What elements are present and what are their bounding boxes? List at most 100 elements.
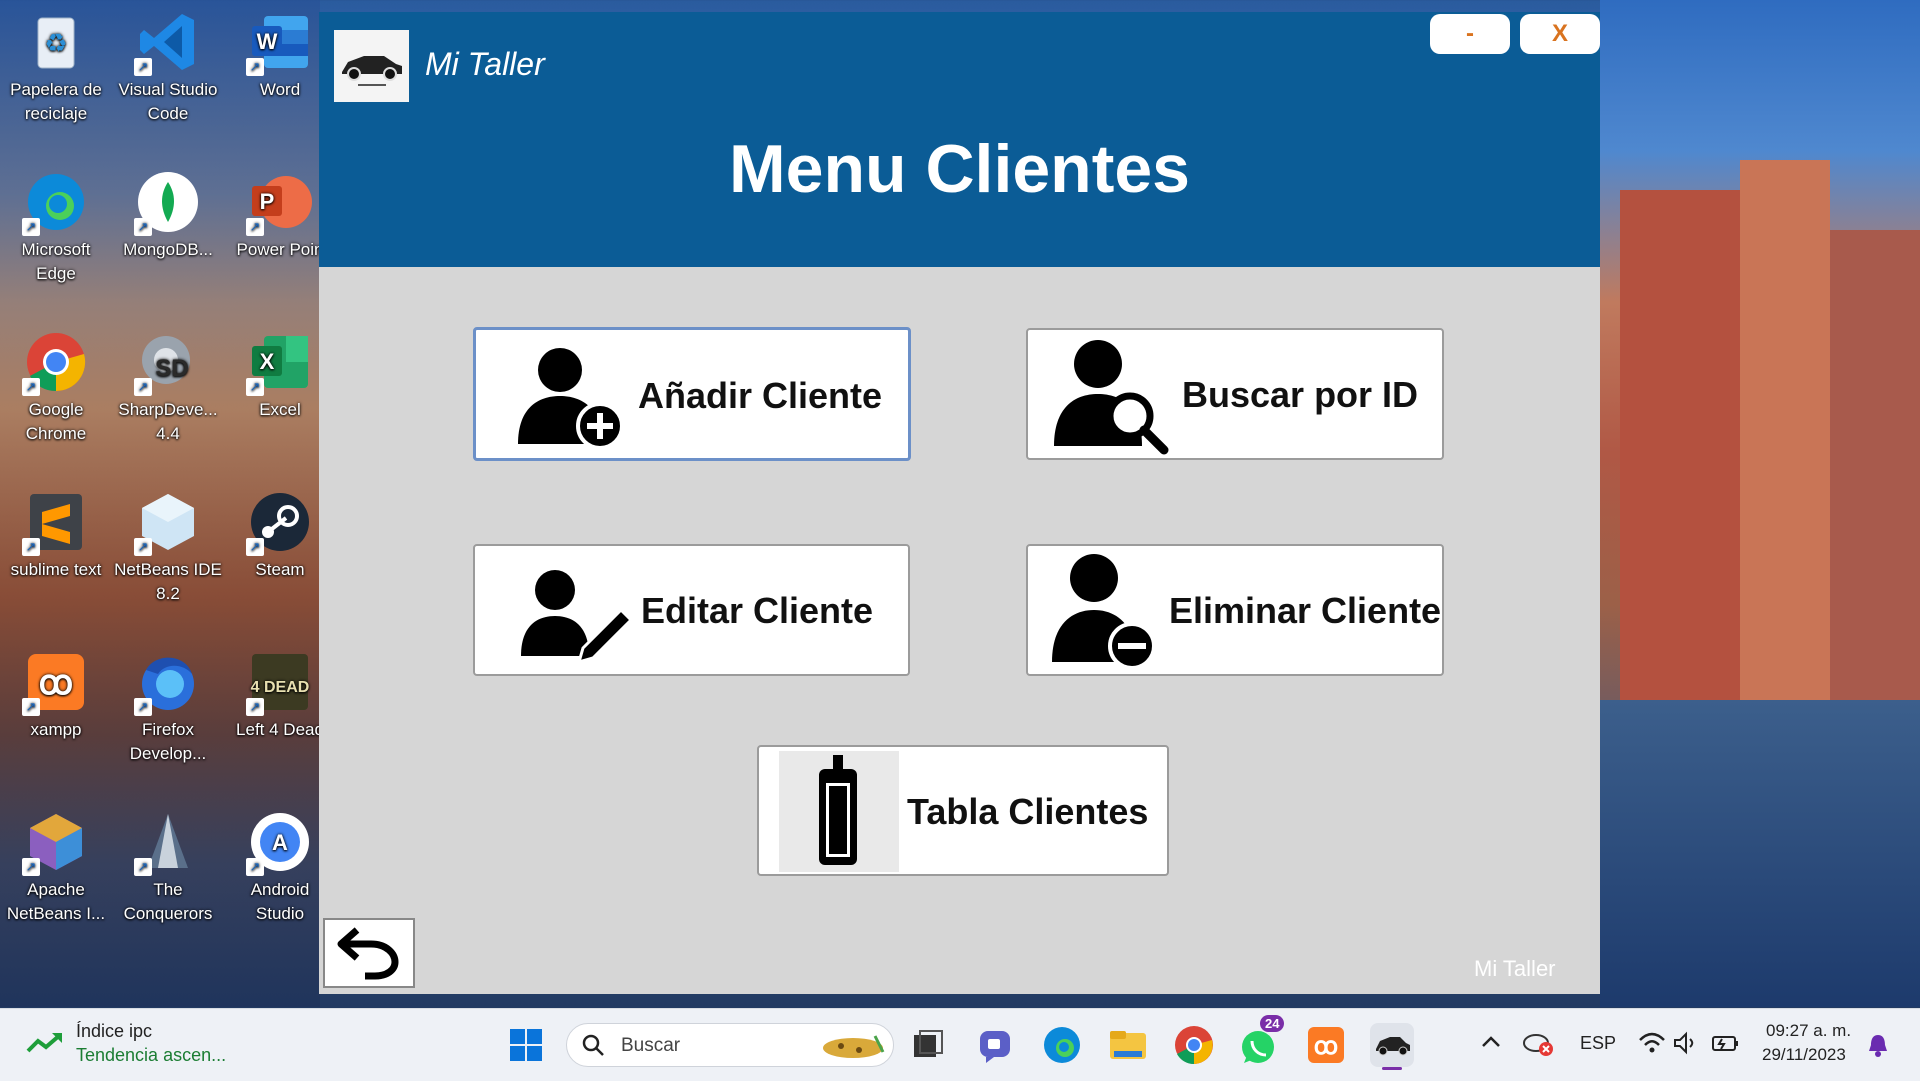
desktop-icon-firefox[interactable]: ↗ Firefox Develop... <box>114 644 222 766</box>
desktop-icon-label: Apache NetBeans I... <box>6 880 106 923</box>
whatsapp-icon[interactable]: 24 <box>1238 1015 1285 1067</box>
xampp-icon: ꝏ ↗ <box>22 650 88 716</box>
onedrive-error-icon[interactable] <box>1522 1029 1554 1062</box>
desktop-icon-vscode[interactable]: ↗ Visual Studio Code <box>114 4 222 126</box>
table-icon <box>779 751 899 872</box>
page-title: Menu Clientes <box>729 131 1190 207</box>
desktop-icon-edge[interactable]: ↗ Microsoft Edge <box>2 164 110 286</box>
chevron-up-icon[interactable] <box>1480 1031 1502 1058</box>
clock-date[interactable]: 29/11/2023 <box>1762 1045 1846 1065</box>
edit-client-button[interactable]: Editar Cliente <box>473 544 910 676</box>
desktop-icon-netbeans[interactable]: ↗ NetBeans IDE 8.2 <box>114 484 222 606</box>
taskbar: Índice ipc Tendencia ascen... Buscar 24 … <box>0 1008 1920 1081</box>
task-view-icon[interactable] <box>906 1023 950 1067</box>
battery-icon[interactable] <box>1710 1031 1740 1060</box>
apache-netbeans-icon: ↗ <box>22 810 88 876</box>
start-windows-icon[interactable] <box>504 1023 548 1067</box>
desktop-icon-label: xampp <box>30 720 82 739</box>
app-title: Mi Taller <box>425 46 545 82</box>
desktop-icon-label: NetBeans IDE 8.2 <box>114 560 222 603</box>
desktop-icon-label: sublime text <box>10 560 102 579</box>
vscode-icon: ↗ <box>134 10 200 76</box>
mi-taller-taskbar-icon[interactable] <box>1370 1023 1414 1070</box>
whatsapp-badge: 24 <box>1260 1015 1285 1032</box>
stock-trend-icon[interactable] <box>26 1031 64 1060</box>
app-window: Mi Taller - X Menu Clientes Añadir Clien… <box>319 12 1600 994</box>
app-logo-car-icon <box>334 30 409 102</box>
svg-text:ꝏ: ꝏ <box>1314 1033 1338 1060</box>
notification-bell-icon[interactable] <box>1866 1033 1890 1064</box>
desktop-icon-powerpoint[interactable]: P ↗ Power Poin <box>226 164 334 262</box>
remove-user-icon <box>1048 550 1158 679</box>
firefox-dev-icon: ↗ <box>134 650 200 716</box>
svg-text:♻: ♻ <box>44 28 67 58</box>
file-explorer-icon[interactable] <box>1106 1023 1150 1067</box>
xampp-taskbar-icon[interactable]: ꝏ <box>1304 1023 1348 1067</box>
desktop-icon-chrome[interactable]: ↗ Google Chrome <box>2 324 110 446</box>
client-table-button[interactable]: Tabla Clientes <box>757 745 1169 876</box>
taskbar-search[interactable]: Buscar <box>566 1023 894 1067</box>
edge-taskbar-icon[interactable] <box>1040 1023 1084 1067</box>
desktop-icon-label: The Conquerors <box>123 880 213 923</box>
edit-client-label: Editar Cliente <box>641 590 874 631</box>
search-highlight-icon <box>819 1030 889 1067</box>
chrome-taskbar-icon[interactable] <box>1172 1023 1216 1067</box>
add-client-button[interactable]: Añadir Cliente <box>473 327 911 461</box>
undo-arrow-icon <box>337 926 401 983</box>
desktop-icon-android-studio[interactable]: A ↗ Android Studio <box>226 804 334 926</box>
search-by-id-button[interactable]: Buscar por ID <box>1026 328 1444 460</box>
sharpdevelop-icon: SD ↗ <box>134 330 200 396</box>
mongodb-icon: ↗ <box>134 170 200 236</box>
delete-client-label: Eliminar Cliente <box>1169 590 1442 631</box>
desktop-icon-sublime[interactable]: ↗ sublime text <box>2 484 110 582</box>
close-button[interactable]: X <box>1520 14 1600 54</box>
svg-text:ꝏ: ꝏ <box>39 664 74 702</box>
desktop-icon-excel[interactable]: X ↗ Excel <box>226 324 334 422</box>
steam-icon: ↗ <box>246 490 312 556</box>
desktop-wallpaper-right <box>1600 0 1920 1007</box>
svg-text:W: W <box>257 29 278 54</box>
desktop-icon-sharpdevelop[interactable]: SD ↗ SharpDeve... 4.4 <box>114 324 222 446</box>
desktop-icon-label: Microsoft Edge <box>21 240 91 283</box>
desktop-icon-label: Visual Studio Code <box>118 80 218 123</box>
desktop-icon-recycle-bin[interactable]: ♻ Papelera de reciclaje <box>2 4 110 126</box>
word-icon: W ↗ <box>246 10 312 76</box>
chrome-icon: ↗ <box>22 330 88 396</box>
desktop-icon-label: SharpDeve... 4.4 <box>118 400 218 443</box>
volume-icon[interactable] <box>1672 1031 1698 1060</box>
svg-text:4 DEAD: 4 DEAD <box>251 679 310 696</box>
add-user-icon <box>514 340 626 457</box>
desktop-icon-word[interactable]: W ↗ Word <box>226 4 334 102</box>
desktop-icon-left4dead[interactable]: 4 DEAD ↗ Left 4 Dead <box>226 644 334 742</box>
desktop-icon-label: Papelera de reciclaje <box>10 80 102 123</box>
search-icon <box>581 1033 605 1062</box>
desktop-icon-label: Power Poin <box>236 240 324 259</box>
desktop-icon-label: Excel <box>259 400 301 419</box>
wifi-icon[interactable] <box>1638 1031 1666 1060</box>
desktop-icon-conquerors[interactable]: ↗ The Conquerors <box>114 804 222 926</box>
svg-text:P: P <box>260 189 275 214</box>
language-indicator[interactable]: ESP <box>1580 1033 1616 1054</box>
minimize-button[interactable]: - <box>1430 14 1510 54</box>
teams-chat-icon[interactable] <box>974 1023 1018 1067</box>
desktop-icon-label: Left 4 Dead <box>236 720 324 739</box>
clock-time[interactable]: 09:27 a. m. <box>1766 1021 1851 1041</box>
edge-icon: ↗ <box>22 170 88 236</box>
desktop-icon-label: Firefox Develop... <box>129 720 207 763</box>
widget-title[interactable]: Índice ipc <box>76 1021 152 1042</box>
app-header: Mi Taller - X Menu Clientes <box>319 12 1600 267</box>
delete-client-button[interactable]: Eliminar Cliente <box>1026 544 1444 676</box>
powerpoint-icon: P ↗ <box>246 170 312 236</box>
desktop-icon-xampp[interactable]: ꝏ ↗ xampp <box>2 644 110 742</box>
recycle-bin-icon: ♻ <box>24 10 88 74</box>
desktop-icon-label: Google Chrome <box>25 400 87 443</box>
desktop-icon-apache-netbeans[interactable]: ↗ Apache NetBeans I... <box>2 804 110 926</box>
desktop-icon-steam[interactable]: ↗ Steam <box>226 484 334 582</box>
footer-brand-label: Mi Taller <box>1474 956 1556 981</box>
android-studio-icon: A ↗ <box>246 810 312 876</box>
desktop-icon-mongodb[interactable]: ↗ MongoDB... <box>114 164 222 262</box>
back-button[interactable] <box>323 918 415 988</box>
desktop-icon-label: Steam <box>255 560 305 579</box>
add-client-label: Añadir Cliente <box>638 375 883 416</box>
widget-subtitle: Tendencia ascen... <box>76 1045 227 1065</box>
